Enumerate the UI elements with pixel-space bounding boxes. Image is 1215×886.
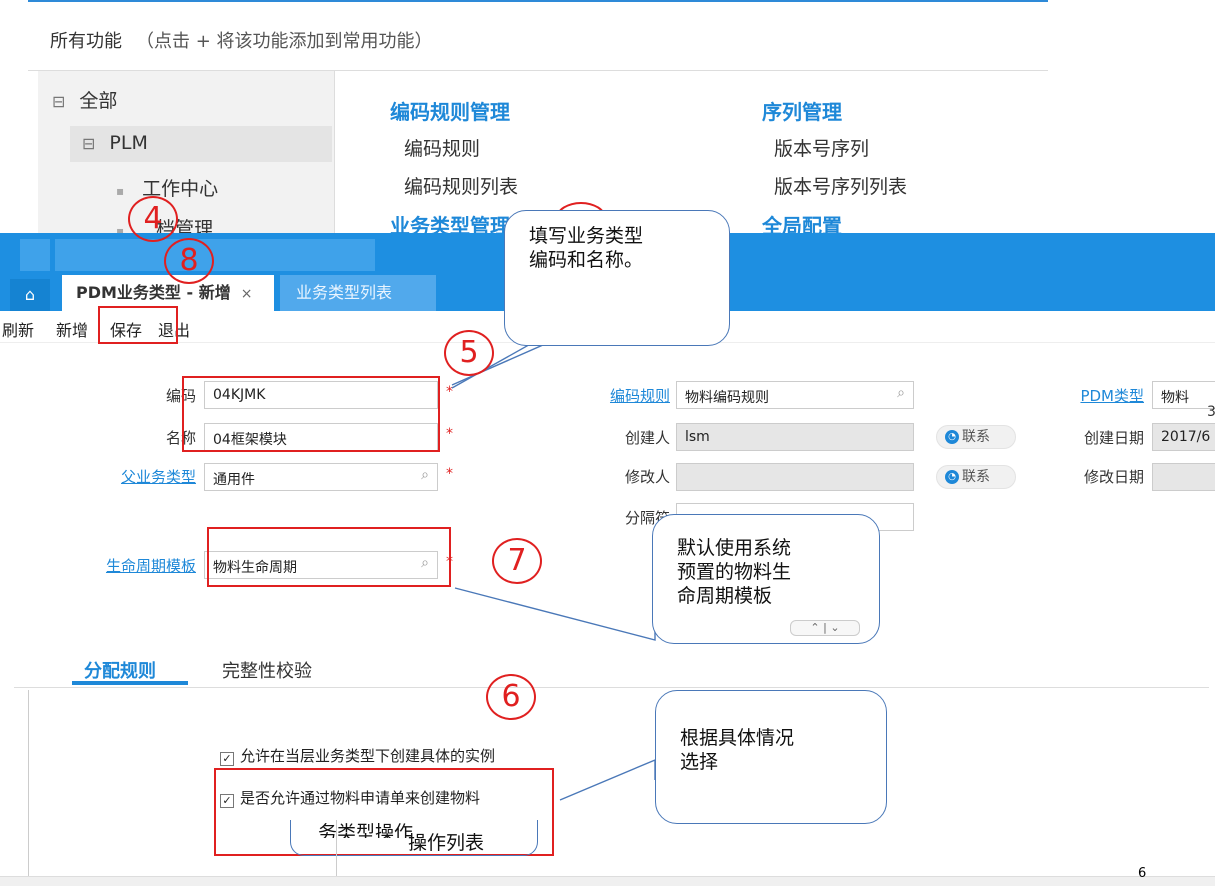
slide-edge-line [336,820,337,876]
scroll-chevron-icon[interactable]: ⌃ | ⌄ [790,620,860,636]
leader-line-choose [559,758,656,801]
overlay-text-operation: 务类型操作 [318,822,414,838]
highlight-lifecycle [207,527,451,587]
leader-line-lifecycle [454,587,656,641]
step-marker-6: 6 [486,674,536,720]
slide-edge-line [28,690,29,876]
highlight-code-name [182,376,440,452]
step-marker-8: 8 [164,238,214,284]
overlay-text-operation-list: 操作列表 [408,832,485,854]
step-marker-5: 5 [444,330,494,376]
page-number: 6 [1138,866,1147,881]
edge-character: 3 [1207,404,1215,420]
callout-fill-code-name: 填写业务类型 编码和名称。 [504,210,730,346]
highlight-save-button [98,306,178,344]
step-marker-7: 7 [492,538,542,584]
slide-bottom-bar [0,876,1215,886]
callout-choose-by-situation: 根据具体情况 选择 [655,690,887,824]
step-marker-4: 4 [128,196,178,242]
